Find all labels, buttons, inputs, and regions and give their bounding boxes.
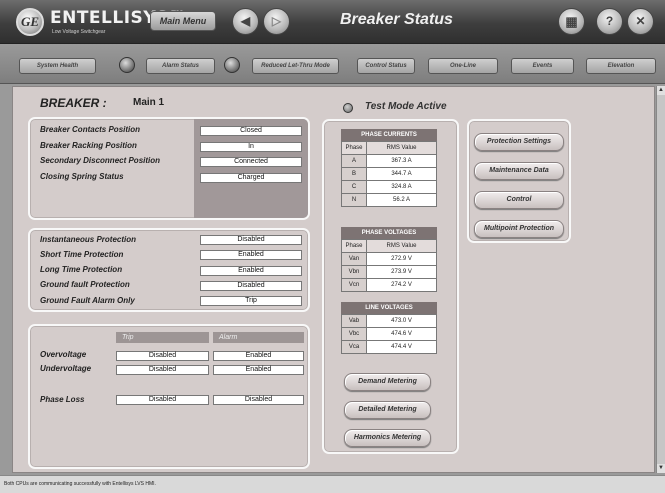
calculator-icon[interactable]: ▦ <box>558 8 585 35</box>
racking-position-value: In <box>200 142 302 152</box>
brand-subtitle: Low Voltage Switchgear <box>52 29 106 35</box>
alarm-status-indicator <box>224 57 240 73</box>
page-title: Breaker Status <box>340 11 453 28</box>
phase-currents-header: PHASE CURRENTS <box>341 129 437 141</box>
close-icon[interactable]: ✕ <box>627 8 654 35</box>
detailed-metering-button[interactable]: Detailed Metering <box>344 401 431 419</box>
column-header: RMS Value <box>366 141 437 155</box>
main-menu-button[interactable]: Main Menu <box>150 11 216 31</box>
trip-column-header: Trip <box>116 332 209 343</box>
long-time-protection-value: Enabled <box>200 266 302 276</box>
system-health-indicator <box>119 57 135 73</box>
phase-voltages-table: Phase RMS Value Van 272.9 V Vbn 273.9 V Vcn… <box>341 239 437 292</box>
title-bar: GE ENTELLISYS™ Low Voltage Switchgear Ma… <box>0 0 665 44</box>
short-time-protection-value: Enabled <box>200 250 302 260</box>
multipoint-protection-button[interactable]: Multipoint Protection <box>474 220 564 238</box>
ge-logo: GE <box>16 8 44 36</box>
nav-bar: System Health Alarm Status Reduced Let-T… <box>0 44 665 84</box>
instantaneous-protection-label: Instantaneous Protection <box>40 235 137 244</box>
vertical-scrollbar[interactable]: ▲ ▼ <box>656 86 665 473</box>
phase-cell: Vbc <box>341 327 367 341</box>
contacts-position-label: Breaker Contacts Position <box>40 125 141 134</box>
ground-fault-protection-label: Ground fault Protection <box>40 280 130 289</box>
rms-value-cell: 473.0 V <box>366 314 437 328</box>
column-header: Phase <box>341 141 367 155</box>
rms-value-cell: 274.2 V <box>366 278 437 292</box>
phase-cell: A <box>341 154 367 168</box>
phase-loss-alarm-value: Disabled <box>213 395 304 405</box>
ground-fault-alarm-label: Ground Fault Alarm Only <box>40 296 135 305</box>
help-icon[interactable]: ? <box>596 8 623 35</box>
ground-fault-protection-value: Disabled <box>200 281 302 291</box>
alarm-status-button[interactable]: Alarm Status <box>146 58 215 74</box>
breaker-label: BREAKER : <box>40 96 107 110</box>
phase-cell: Vab <box>341 314 367 328</box>
long-time-protection-label: Long Time Protection <box>40 265 123 274</box>
protection-settings-button[interactable]: Protection Settings <box>474 133 564 151</box>
undervoltage-label: Undervoltage <box>40 364 92 373</box>
phase-cell: Vca <box>341 340 367 354</box>
undervoltage-alarm-value: Enabled <box>213 365 304 375</box>
rms-value-cell: 344.7 A <box>366 167 437 181</box>
racking-position-label: Breaker Racking Position <box>40 141 137 150</box>
back-icon[interactable]: ◀ <box>232 8 259 35</box>
overvoltage-trip-value: Disabled <box>116 351 209 361</box>
alarm-column-header: Alarm <box>213 332 304 343</box>
scroll-up-icon[interactable]: ▲ <box>657 86 665 95</box>
phase-voltages-header: PHASE VOLTAGES <box>341 227 437 239</box>
phase-cell: Vcn <box>341 278 367 292</box>
rms-value-cell: 474.6 V <box>366 327 437 341</box>
rms-value-cell: 367.3 A <box>366 154 437 168</box>
contacts-position-value: Closed <box>200 126 302 136</box>
column-header: RMS Value <box>366 239 437 253</box>
instantaneous-protection-value: Disabled <box>200 235 302 245</box>
column-header: Phase <box>341 239 367 253</box>
line-voltages-header: LINE VOLTAGES <box>341 302 437 314</box>
phase-loss-trip-value: Disabled <box>116 395 209 405</box>
harmonics-metering-button[interactable]: Harmonics Metering <box>344 429 431 447</box>
overvoltage-label: Overvoltage <box>40 350 87 359</box>
rms-value-cell: 324.8 A <box>366 180 437 194</box>
test-mode-indicator <box>343 103 353 113</box>
overvoltage-alarm-value: Enabled <box>213 351 304 361</box>
forward-icon[interactable]: ▷ <box>263 8 290 35</box>
elevation-button[interactable]: Elevation <box>586 58 656 74</box>
phase-loss-label: Phase Loss <box>40 395 85 404</box>
rms-value-cell: 56.2 A <box>366 193 437 207</box>
phase-cell: Van <box>341 252 367 266</box>
demand-metering-button[interactable]: Demand Metering <box>344 373 431 391</box>
phase-cell: N <box>341 193 367 207</box>
control-status-button[interactable]: Control Status <box>357 58 415 74</box>
test-mode-label: Test Mode Active <box>365 101 447 112</box>
events-button[interactable]: Events <box>511 58 574 74</box>
rms-value-cell: 474.4 V <box>366 340 437 354</box>
closing-spring-value: Charged <box>200 173 302 183</box>
secondary-disconnect-value: Connected <box>200 157 302 167</box>
one-line-button[interactable]: One-Line <box>428 58 498 74</box>
scroll-down-icon[interactable]: ▼ <box>657 464 665 473</box>
closing-spring-label: Closing Spring Status <box>40 172 124 181</box>
line-voltages-table: Vab 473.0 V Vbc 474.6 V Vca 474.4 V <box>341 314 437 354</box>
phase-cell: Vbn <box>341 265 367 279</box>
control-button[interactable]: Control <box>474 191 564 209</box>
secondary-disconnect-label: Secondary Disconnect Position <box>40 156 161 165</box>
breaker-name: Main 1 <box>133 97 165 108</box>
reduced-let-thru-mode-button[interactable]: Reduced Let-Thru Mode <box>252 58 339 74</box>
rms-value-cell: 272.9 V <box>366 252 437 266</box>
status-bar: Both CPUs are communicating successfully… <box>0 475 665 493</box>
maintenance-data-button[interactable]: Maintenance Data <box>474 162 564 180</box>
phase-cell: C <box>341 180 367 194</box>
phase-currents-table: Phase RMS Value A 367.3 A B 344.7 A C 324.8 … <box>341 141 437 207</box>
system-health-button[interactable]: System Health <box>19 58 96 74</box>
short-time-protection-label: Short Time Protection <box>40 250 124 259</box>
ground-fault-alarm-value: Trip <box>200 296 302 306</box>
undervoltage-trip-value: Disabled <box>116 365 209 375</box>
phase-cell: B <box>341 167 367 181</box>
rms-value-cell: 273.9 V <box>366 265 437 279</box>
